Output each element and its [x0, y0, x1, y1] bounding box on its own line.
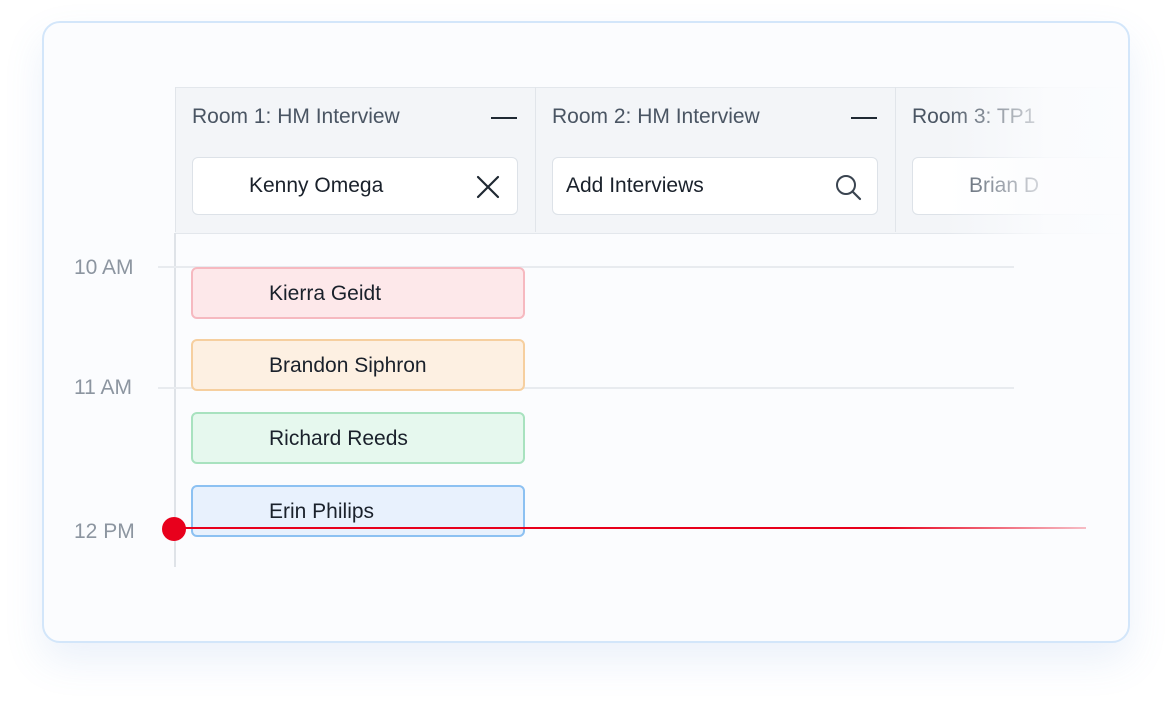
close-icon[interactable]	[473, 172, 503, 202]
interviewer-picker[interactable]: Kenny Omega	[192, 157, 518, 215]
current-time-line	[174, 527, 1086, 529]
interview-event[interactable]: Kierra Geidt	[191, 267, 525, 319]
room-column-header-3: Room 3: TP1 Brian D	[895, 87, 1128, 232]
collapse-icon[interactable]	[491, 117, 517, 119]
room-column-header-2: Room 2: HM Interview Add Interviews	[535, 87, 895, 232]
time-label-11am: 11 AM	[74, 376, 132, 399]
room-column-header-1: Room 1: HM Interview Kenny Omega	[175, 87, 535, 232]
picker-value: Kenny Omega	[249, 174, 384, 197]
time-label-10am: 10 AM	[74, 256, 134, 279]
collapse-icon[interactable]	[851, 117, 877, 119]
interview-event[interactable]: Richard Reeds	[191, 412, 525, 464]
interview-event[interactable]: Brandon Siphron	[191, 339, 525, 391]
picker-placeholder: Add Interviews	[566, 174, 704, 197]
time-label-12pm: 12 PM	[74, 520, 135, 543]
current-time-dot	[162, 517, 186, 541]
picker-value: Brian D	[969, 174, 1040, 197]
event-candidate-name: Richard Reeds	[269, 427, 408, 450]
room-title: Room 1: HM Interview	[192, 105, 400, 128]
event-candidate-name: Brandon Siphron	[269, 354, 427, 377]
room-title: Room 2: HM Interview	[552, 105, 760, 128]
interview-event[interactable]: Erin Philips	[191, 485, 525, 537]
event-candidate-name: Kierra Geidt	[269, 282, 382, 305]
event-candidate-name: Erin Philips	[269, 500, 375, 523]
search-icon[interactable]	[833, 172, 863, 202]
interviewer-picker[interactable]: Brian D	[912, 157, 1128, 215]
room-title: Room 3: TP1	[912, 105, 1036, 128]
schedule-card: Room 1: HM Interview Kenny Omega Room 2:…	[42, 21, 1130, 643]
add-interviews-input[interactable]: Add Interviews	[552, 157, 878, 215]
